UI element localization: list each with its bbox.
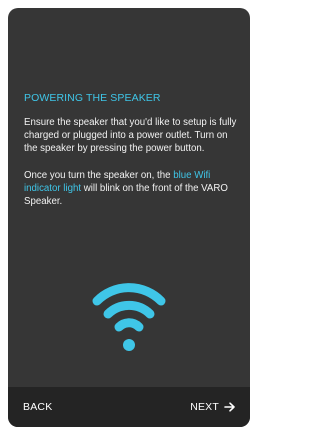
section-title: POWERING THE SPEAKER (24, 92, 161, 104)
wifi-arc-outer (92, 283, 166, 306)
back-button[interactable]: BACK (23, 387, 52, 427)
wifi-arc-inner (114, 318, 144, 332)
instruction-paragraph-indicator: Once you turn the speaker on, the blue W… (24, 169, 240, 209)
bottom-navigation-bar: BACK NEXT (8, 387, 250, 427)
setup-screen: POWERING THE SPEAKER Ensure the speaker … (8, 8, 250, 427)
next-button[interactable]: NEXT (190, 387, 236, 427)
device-frame: POWERING THE SPEAKER Ensure the speaker … (0, 0, 258, 435)
wifi-arc-middle (103, 300, 155, 319)
next-button-label: NEXT (190, 401, 219, 413)
arrow-right-icon (224, 402, 235, 412)
wifi-icon (92, 283, 166, 351)
paragraph-text-start: Once you turn the speaker on, the (24, 169, 174, 181)
instruction-content: POWERING THE SPEAKER Ensure the speaker … (24, 92, 240, 208)
wifi-dot (123, 339, 135, 351)
instruction-paragraph-power: Ensure the speaker that you'd like to se… (24, 117, 237, 155)
